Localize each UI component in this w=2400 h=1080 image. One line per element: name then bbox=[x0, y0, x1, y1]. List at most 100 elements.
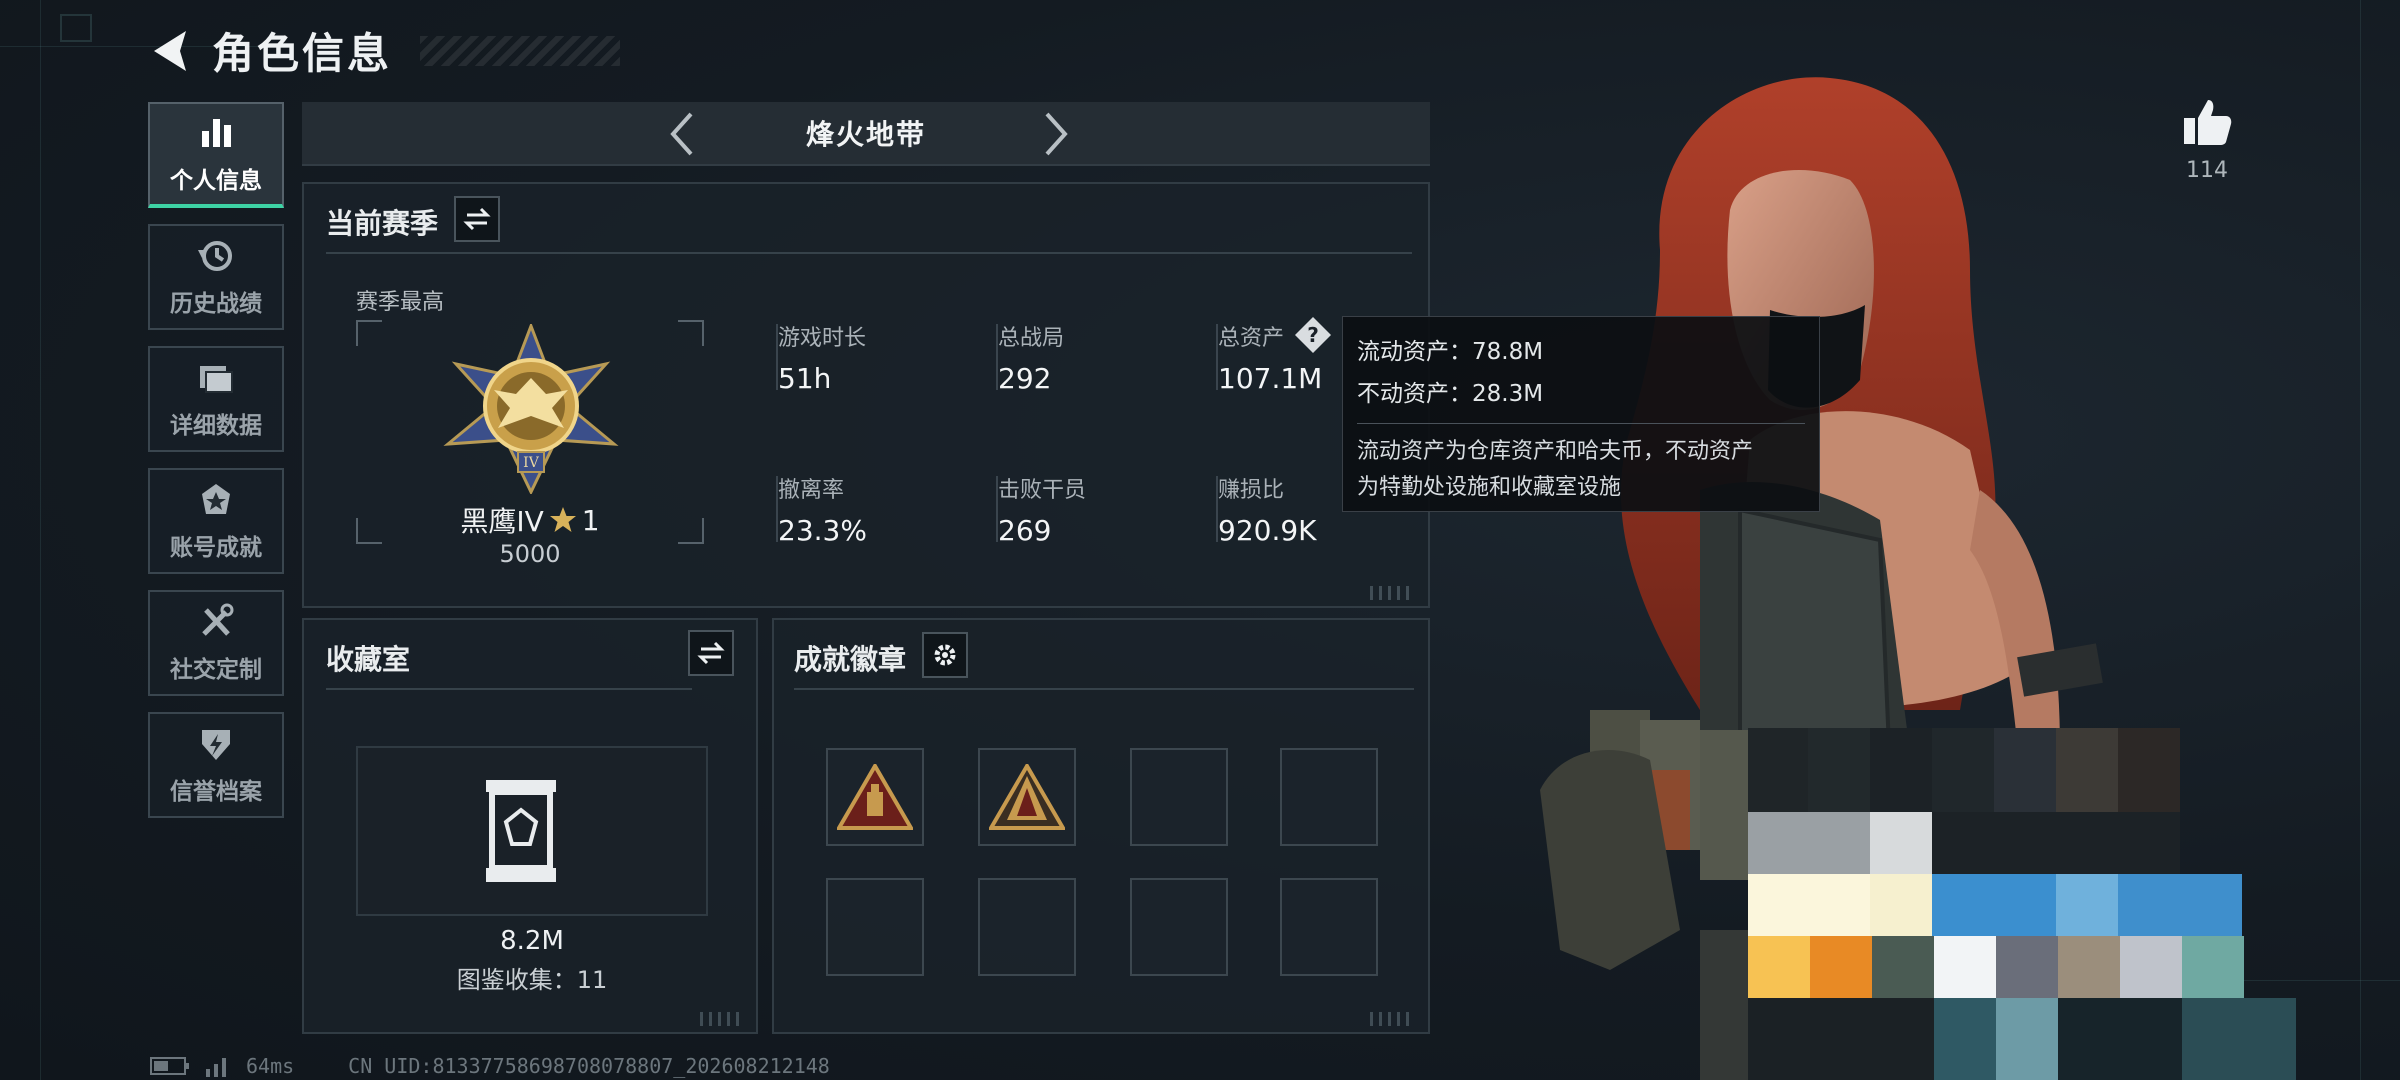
stat-label: 游戏时长 bbox=[778, 326, 867, 351]
sidebar-nav: 个人信息 历史战绩 详细数据 账号成就 社交定制 信誉档案 bbox=[148, 102, 284, 818]
swap-icon bbox=[697, 641, 725, 665]
svg-text:IV: IV bbox=[523, 455, 540, 471]
title-decoration bbox=[420, 35, 621, 66]
triangle-badge-icon bbox=[837, 764, 913, 830]
stat-value: 51h bbox=[778, 362, 832, 395]
thumbs-up-icon[interactable] bbox=[2180, 96, 2234, 150]
achievement-slot[interactable] bbox=[978, 748, 1076, 846]
sidebar-item-details[interactable]: 详细数据 bbox=[148, 346, 284, 452]
rank-line: 黑鹰IV 1 bbox=[430, 500, 630, 540]
stat-value: 107.1M bbox=[1218, 362, 1323, 395]
assets-tooltip: 流动资产：78.8M 不动资产：28.3M 流动资产为仓库资产和哈夫币，不动资产… bbox=[1342, 316, 1820, 512]
achievement-slot-empty[interactable] bbox=[826, 878, 924, 976]
sidebar-item-label: 社交定制 bbox=[170, 657, 262, 683]
stat-value: 23.3% bbox=[778, 514, 867, 547]
panel-divider bbox=[794, 688, 1414, 690]
sidebar-item-label: 个人信息 bbox=[170, 168, 262, 194]
achievement-slot-empty[interactable] bbox=[1130, 748, 1228, 846]
page-title: 角色信息 bbox=[212, 29, 393, 78]
swap-icon bbox=[463, 207, 491, 231]
stat-label: 赚损比 bbox=[1218, 478, 1285, 503]
star-icon bbox=[549, 507, 576, 532]
achievement-slot-empty[interactable] bbox=[978, 878, 1076, 976]
collection-vault-icon bbox=[486, 780, 556, 882]
background-frame-line bbox=[2360, 0, 2361, 1080]
achievement-panel-title: 成就徽章 bbox=[794, 643, 907, 676]
stat-label: 击败干员 bbox=[998, 478, 1087, 503]
reputation-icon bbox=[202, 730, 230, 760]
rank-stars: 1 bbox=[581, 503, 600, 537]
background-corner-square bbox=[60, 14, 92, 42]
season-best-label: 赛季最高 bbox=[356, 290, 445, 315]
status-bar: 64ms CN UID:8133775869870807880​7_202608… bbox=[150, 1054, 830, 1078]
stat-label: 撤离率 bbox=[778, 478, 845, 503]
tooltip-divider bbox=[1357, 423, 1805, 424]
sidebar-item-social-custom[interactable]: 社交定制 bbox=[148, 590, 284, 696]
stat-value: 292 bbox=[998, 362, 1052, 395]
season-panel-title: 当前赛季 bbox=[326, 207, 439, 240]
rank-name: 黑鹰IV bbox=[460, 505, 544, 538]
sidebar-item-label: 信誉档案 bbox=[170, 779, 262, 805]
stat-label: 总战局 bbox=[998, 326, 1065, 351]
signal-icon bbox=[206, 1058, 226, 1077]
sidebar-item-history[interactable]: 历史战绩 bbox=[148, 224, 284, 330]
sidebar-item-label: 账号成就 bbox=[170, 535, 262, 561]
sidebar-item-label: 详细数据 bbox=[170, 413, 262, 439]
collection-count: 图鉴收集：11 bbox=[456, 966, 608, 994]
sidebar-item-label: 历史战绩 bbox=[170, 291, 262, 317]
tooltip-liquid-assets: 流动资产：78.8M bbox=[1357, 339, 1544, 365]
battery-icon bbox=[150, 1057, 189, 1075]
achievement-settings-button[interactable] bbox=[922, 632, 968, 678]
ping-value: 64ms bbox=[246, 1054, 295, 1078]
prev-mode-button[interactable] bbox=[658, 110, 706, 158]
season-switch-button[interactable] bbox=[454, 196, 500, 242]
chevron-right-icon bbox=[1045, 112, 1068, 156]
tooltip-fixed-assets: 不动资产：28.3M bbox=[1357, 381, 1544, 407]
collection-value: 8.2M bbox=[500, 926, 564, 956]
triangle-badge-icon bbox=[989, 764, 1065, 830]
page-header: 角色信息 bbox=[148, 20, 621, 81]
tooltip-note-line: 为特勤处设施和收藏室设施 bbox=[1357, 475, 1622, 500]
svg-text:?: ? bbox=[1307, 323, 1319, 347]
achievement-slot[interactable] bbox=[826, 748, 924, 846]
achievement-slot-empty[interactable] bbox=[1280, 748, 1378, 846]
game-mode-name: 烽火地带 bbox=[805, 118, 926, 151]
back-button[interactable] bbox=[148, 23, 192, 79]
panel-corner-mark bbox=[700, 1012, 740, 1026]
medal-frame-corner bbox=[678, 518, 704, 544]
panel-divider bbox=[326, 688, 692, 690]
achievement-icon bbox=[202, 484, 230, 514]
medal-frame-corner bbox=[678, 320, 704, 346]
sidebar-item-reputation[interactable]: 信誉档案 bbox=[148, 712, 284, 818]
sidebar-item-achievements[interactable]: 账号成就 bbox=[148, 468, 284, 574]
pixelated-overlay bbox=[1748, 728, 2296, 1080]
stat-value: 269 bbox=[998, 514, 1052, 547]
rank-score: 5000 bbox=[499, 540, 561, 568]
medal-frame-corner bbox=[356, 320, 382, 346]
help-question-icon[interactable]: ? bbox=[1294, 316, 1332, 354]
achievement-slot-empty[interactable] bbox=[1280, 878, 1378, 976]
tooltip-note-line: 流动资产为仓库资产和哈夫币，不动资产 bbox=[1357, 439, 1754, 464]
tools-icon bbox=[202, 603, 234, 636]
collection-panel-title: 收藏室 bbox=[326, 643, 411, 676]
player-uid: CN UID:8133775869870807880​7_20260821214… bbox=[348, 1054, 830, 1078]
like-count: 114 bbox=[2186, 158, 2228, 183]
collection-switch-button[interactable] bbox=[688, 630, 734, 676]
sidebar-item-personal-info[interactable]: 个人信息 bbox=[148, 102, 284, 208]
stat-label: 总资产 bbox=[1218, 326, 1285, 351]
stat-value: 920.9K bbox=[1218, 514, 1317, 547]
panel-divider bbox=[326, 252, 1412, 254]
game-mode-selector: 烽火地带 bbox=[302, 102, 1430, 166]
next-mode-button[interactable] bbox=[1032, 110, 1080, 158]
back-arrow-icon bbox=[154, 30, 186, 71]
bar-chart-icon bbox=[202, 119, 231, 147]
panel-corner-mark bbox=[1370, 586, 1410, 600]
medal-frame-corner bbox=[356, 518, 382, 544]
folder-icon bbox=[200, 366, 233, 393]
background-frame-line bbox=[40, 0, 41, 1080]
chevron-left-icon bbox=[670, 112, 693, 156]
rank-medal-icon: IV bbox=[443, 324, 619, 494]
achievement-slot-empty[interactable] bbox=[1130, 878, 1228, 976]
gear-icon bbox=[934, 644, 956, 666]
panel-corner-mark bbox=[1370, 1012, 1410, 1026]
